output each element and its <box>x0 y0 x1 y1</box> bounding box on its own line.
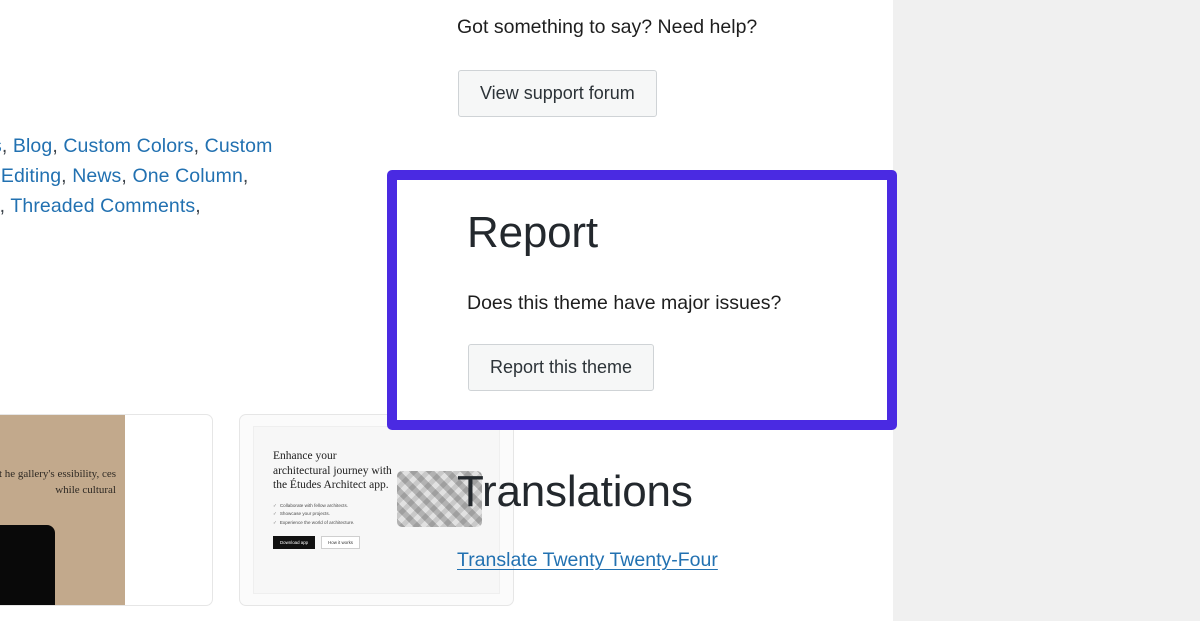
thumbnail-primary-button: Download app <box>273 536 315 549</box>
thumbnail-bullet: Experience the world of architecture. <box>273 519 393 528</box>
tag-link-threaded-comments[interactable]: Threaded Comments <box>10 195 195 217</box>
thumbnail-bullet: Showcase your projects. <box>273 510 393 519</box>
report-this-theme-button[interactable]: Report this theme <box>468 344 654 391</box>
thumbnail-hero: Enhance your architectural journey with … <box>273 449 393 549</box>
tag-separator: , <box>194 135 205 157</box>
translations-section: Translations Translate Twenty Twenty-Fou… <box>457 467 893 572</box>
report-heading: Report <box>467 208 887 257</box>
thumbnail-bullet: Collaborate with fellow architects. <box>273 502 393 511</box>
tag-link-custom-colors[interactable]: Custom Colors <box>63 135 193 157</box>
translate-theme-link[interactable]: Translate Twenty Twenty-Four <box>457 549 718 572</box>
tag-link-news[interactable]: News <box>72 165 121 187</box>
tag-separator: , <box>243 165 249 187</box>
tag-separator: , <box>2 135 13 157</box>
tag-link-custom[interactable]: Custom <box>205 135 273 157</box>
report-section-highlight: Report Does this theme have major issues… <box>387 170 897 430</box>
report-question-text: Does this theme have major issues? <box>467 290 887 316</box>
tag-line: r Styles, Blog, Custom Colors, Custom <box>0 131 356 161</box>
page-root: r Styles, Blog, Custom Colors, Custom ul… <box>0 0 1200 621</box>
thumbnail-bullet-list: Collaborate with fellow architects. Show… <box>273 502 393 528</box>
translations-heading: Translations <box>457 467 893 516</box>
tag-separator: , <box>52 135 63 157</box>
theme-tag-list: r Styles, Blog, Custom Colors, Custom ul… <box>0 131 356 221</box>
view-support-forum-button[interactable]: View support forum <box>458 70 657 117</box>
tag-link-full-site-editing[interactable]: ull Site Editing <box>0 165 61 187</box>
thumbnail-hero-title: Enhance your architectural journey with … <box>273 449 393 493</box>
tag-link-blog[interactable]: Blog <box>13 135 52 157</box>
support-prompt-text: Got something to say? Need help? <box>457 14 757 40</box>
theme-thumbnail-gallery[interactable]: re project he gallery's essibility, ces … <box>0 414 213 606</box>
tag-separator: , <box>195 195 201 217</box>
tag-line: riations, Threaded Comments, <box>0 191 356 221</box>
thumbnail-button-row: Download app How it works <box>273 536 393 549</box>
thumbnail-secondary-button: How it works <box>321 536 360 549</box>
report-section: Report Does this theme have major issues… <box>467 208 887 391</box>
tag-link-one-column[interactable]: One Column <box>132 165 242 187</box>
thumbnail-dark-panel <box>0 525 55 606</box>
theme-preview-thumbnails: re project he gallery's essibility, ces … <box>0 414 514 606</box>
tag-line: ull Site Editing, News, One Column, <box>0 161 356 191</box>
thumbnail-body-text: re project he gallery's essibility, ces … <box>0 467 122 498</box>
tag-separator: , <box>0 195 10 217</box>
tag-separator: , <box>61 165 72 187</box>
tag-separator: , <box>121 165 132 187</box>
